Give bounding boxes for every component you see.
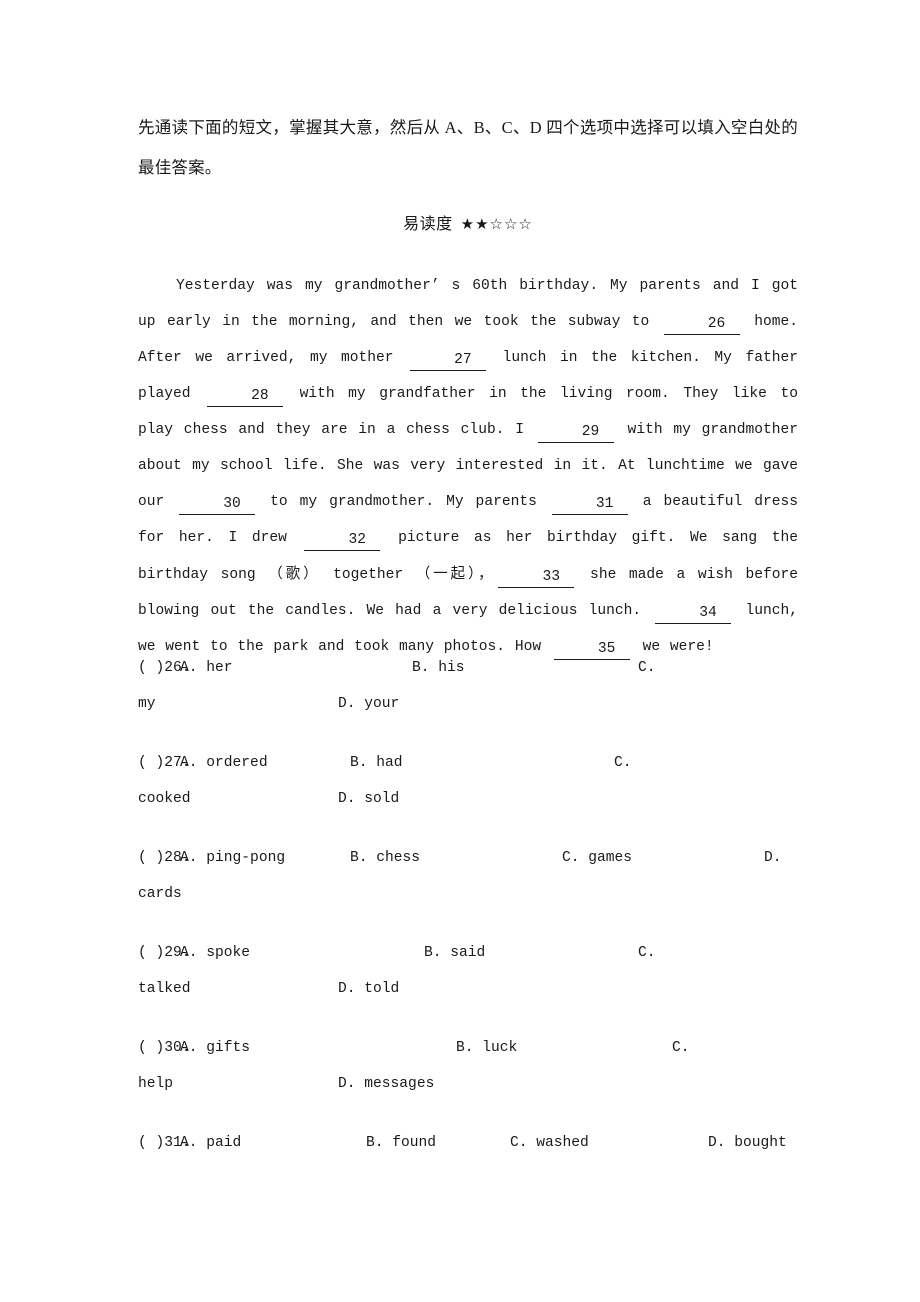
- question-30-option-c[interactable]: C.: [672, 1030, 690, 1066]
- question-28-option-a[interactable]: A. ping-pong: [180, 840, 285, 876]
- difficulty-label: 易读度: [403, 216, 453, 233]
- question-26-option-cont[interactable]: my: [138, 686, 156, 722]
- question-26-line-2: my D. your: [138, 686, 798, 722]
- passage-blank-28[interactable]: 28: [207, 386, 284, 407]
- question-29-option-d[interactable]: D. told: [338, 971, 399, 1007]
- passage-blank-34[interactable]: 34: [655, 603, 732, 624]
- question-28-option-d[interactable]: D.: [764, 840, 782, 876]
- question-31-option-b[interactable]: B. found: [366, 1125, 436, 1161]
- question-26-option-c[interactable]: C.: [638, 650, 656, 686]
- question-30-line-2: help D. messages: [138, 1066, 798, 1102]
- passage-gloss: （一起），: [415, 566, 496, 582]
- cloze-passage: Yesterday was my grandmother’ s 60th bir…: [138, 268, 798, 665]
- question-26-line-1: ( )26. A. her B. his C.: [138, 650, 798, 686]
- question-29-option-a[interactable]: A. spoke: [180, 935, 250, 971]
- passage-blank-33[interactable]: 33: [498, 567, 575, 588]
- passage-blank-30[interactable]: 30: [179, 494, 256, 515]
- question-28-line-2: cards: [138, 876, 798, 912]
- question-29-option-b[interactable]: B. said: [424, 935, 485, 971]
- question-27-option-b[interactable]: B. had: [350, 745, 403, 781]
- question-29-option-c[interactable]: C.: [638, 935, 656, 971]
- question-28-option-c[interactable]: C. games: [562, 840, 632, 876]
- question-29-line-1: ( )29. A. spoke B. said C.: [138, 935, 798, 971]
- question-27-line-1: ( )27. A. ordered B. had C.: [138, 745, 798, 781]
- question-27-option-d[interactable]: D. sold: [338, 781, 399, 817]
- question-31: ( )31. A. paid B. found C. washed D. bought: [138, 1125, 798, 1161]
- question-26-option-b[interactable]: B. his: [412, 650, 465, 686]
- question-28: ( )28. A. ping-pong B. chess C. games D. card…: [138, 840, 798, 912]
- question-30-option-d[interactable]: D. messages: [338, 1066, 434, 1102]
- question-29-line-2: talked D. told: [138, 971, 798, 1007]
- question-31-option-c[interactable]: C. washed: [510, 1125, 589, 1161]
- question-27-option-cont[interactable]: cooked: [138, 781, 191, 817]
- exercise-instructions: 先通读下面的短文，掌握其大意，然后从 A、B、C、D 四个选项中选择可以填入空白…: [138, 118, 798, 177]
- question-30-option-a[interactable]: A. gifts: [180, 1030, 250, 1066]
- passage-blank-26[interactable]: 26: [663, 314, 740, 335]
- question-27-option-a[interactable]: A. ordered: [180, 745, 268, 781]
- difficulty-rating: 易读度 ★★☆☆☆: [138, 210, 798, 234]
- passage-blank-32[interactable]: 32: [304, 530, 381, 551]
- star-rating-icon: ★★☆☆☆: [460, 215, 533, 233]
- question-30-option-b[interactable]: B. luck: [456, 1030, 517, 1066]
- question-31-option-d[interactable]: D. bought: [708, 1125, 787, 1161]
- passage-text: together: [320, 567, 416, 583]
- question-31-line-1: ( )31. A. paid B. found C. washed D. bought: [138, 1125, 798, 1161]
- question-27-option-c[interactable]: C.: [614, 745, 632, 781]
- question-list: ( )26. A. her B. his C. my D. your( )27. A. or…: [138, 650, 798, 1184]
- question-30-option-cont[interactable]: help: [138, 1066, 173, 1102]
- passage-blank-29[interactable]: 29: [537, 422, 614, 443]
- question-30-line-1: ( )30. A. gifts B. luck C.: [138, 1030, 798, 1066]
- question-26-option-d[interactable]: D. your: [338, 686, 399, 722]
- question-29-option-cont[interactable]: talked: [138, 971, 191, 1007]
- question-26-option-a[interactable]: A. her: [180, 650, 233, 686]
- question-31-option-a[interactable]: A. paid: [180, 1125, 241, 1161]
- question-27-line-2: cooked D. sold: [138, 781, 798, 817]
- question-28-line-1: ( )28. A. ping-pong B. chess C. games D.: [138, 840, 798, 876]
- question-29: ( )29. A. spoke B. said C. talked D. told: [138, 935, 798, 1007]
- passage-gloss: （歌）: [268, 566, 321, 582]
- question-27: ( )27. A. ordered B. had C. cooked D. sold: [138, 745, 798, 817]
- question-28-option-cont[interactable]: cards: [138, 876, 182, 912]
- question-28-option-b[interactable]: B. chess: [350, 840, 420, 876]
- passage-text: to my grandmother. My parents: [258, 494, 549, 510]
- document-page: 先通读下面的短文，掌握其大意，然后从 A、B、C、D 四个选项中选择可以填入空白…: [0, 0, 920, 1302]
- passage-blank-27[interactable]: 27: [410, 350, 487, 371]
- passage-blank-31[interactable]: 31: [551, 494, 628, 515]
- question-30: ( )30. A. gifts B. luck C. help D. messages: [138, 1030, 798, 1102]
- question-26: ( )26. A. her B. his C. my D. your: [138, 650, 798, 722]
